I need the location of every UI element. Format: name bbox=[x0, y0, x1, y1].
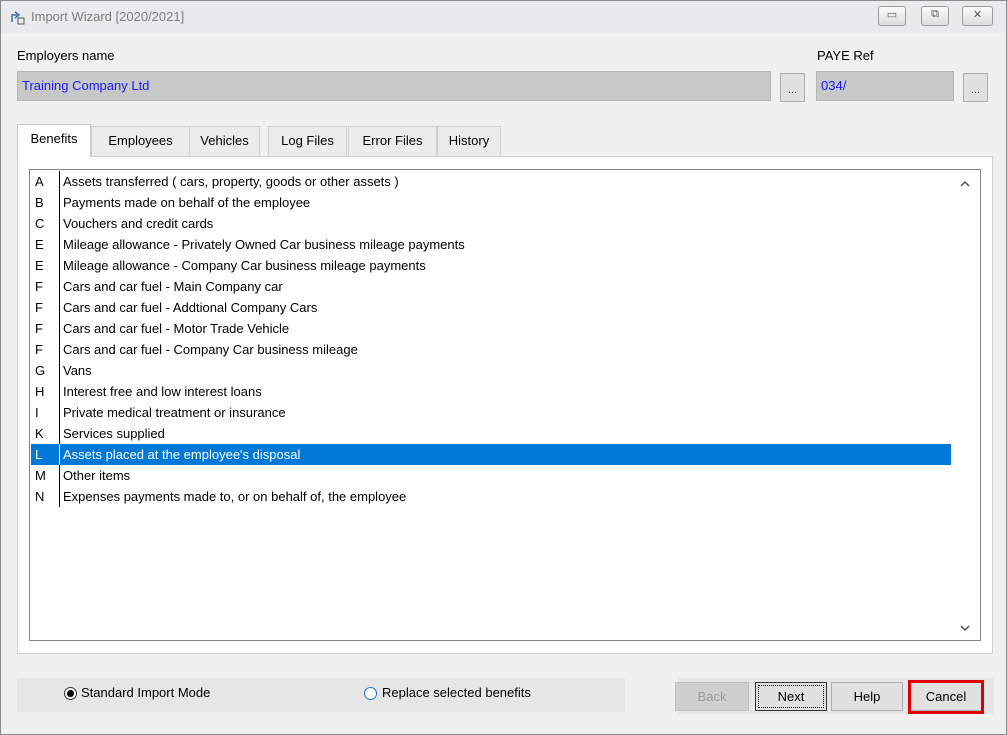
list-item-selected[interactable]: L Assets placed at the employee's disposa… bbox=[31, 444, 951, 465]
chevron-up-icon bbox=[960, 180, 970, 187]
list-item[interactable]: I Private medical treatment or insurance bbox=[31, 402, 951, 423]
benefit-description: Payments made on behalf of the employee bbox=[59, 192, 310, 213]
benefit-description: Mileage allowance - Company Car business… bbox=[59, 255, 426, 276]
benefit-code: F bbox=[35, 300, 43, 315]
minimize-button[interactable]: ▭ bbox=[878, 6, 906, 26]
benefit-description: Cars and car fuel - Main Company car bbox=[59, 276, 283, 297]
benefit-description: Services supplied bbox=[59, 423, 165, 444]
employer-name-label: Employers name bbox=[17, 48, 115, 63]
benefit-description: Expenses payments made to, or on behalf … bbox=[59, 486, 406, 507]
benefit-description: Other items bbox=[59, 465, 130, 486]
benefit-code: M bbox=[35, 468, 46, 483]
close-icon: ✕ bbox=[972, 9, 983, 21]
benefit-description: Cars and car fuel - Addtional Company Ca… bbox=[59, 297, 317, 318]
benefit-code: F bbox=[35, 321, 43, 336]
tab-benefits[interactable]: Benefits bbox=[17, 124, 91, 157]
maximize-button[interactable]: ⧉ bbox=[921, 6, 949, 26]
minimize-icon: ▭ bbox=[886, 9, 898, 21]
title-bar: Import Wizard [2020/2021] ▭ ⧉ ✕ bbox=[1, 1, 1006, 33]
benefit-description: Cars and car fuel - Company Car business… bbox=[59, 339, 358, 360]
back-button[interactable]: Back bbox=[675, 682, 749, 711]
list-item[interactable]: F Cars and car fuel - Addtional Company C… bbox=[31, 297, 951, 318]
cancel-button[interactable]: Cancel bbox=[909, 682, 983, 711]
benefit-code: N bbox=[35, 489, 45, 504]
tab-employees[interactable]: Employees bbox=[91, 126, 190, 156]
benefit-description: Private medical treatment or insurance bbox=[59, 402, 286, 423]
close-button[interactable]: ✕ bbox=[962, 6, 993, 26]
list-item[interactable]: K Services supplied bbox=[31, 423, 951, 444]
benefit-code: G bbox=[35, 363, 46, 378]
scroll-up-button[interactable] bbox=[951, 173, 979, 195]
list-item[interactable]: N Expenses payments made to, or on behalf… bbox=[31, 486, 951, 507]
benefit-code: A bbox=[35, 174, 44, 189]
maximize-icon: ⧉ bbox=[931, 8, 939, 20]
chevron-down-icon bbox=[960, 625, 970, 632]
paye-ref-label: PAYE Ref bbox=[817, 48, 874, 63]
help-button[interactable]: Help bbox=[831, 682, 903, 711]
list-item[interactable]: E Mileage allowance - Company Car busines… bbox=[31, 255, 951, 276]
import-mode-group: Standard Import Mode Replace selected be… bbox=[17, 678, 625, 712]
benefit-code: F bbox=[35, 342, 43, 357]
list-item[interactable]: E Mileage allowance - Privately Owned Car… bbox=[31, 234, 951, 255]
benefit-description: Assets transferred ( cars, property, goo… bbox=[59, 171, 399, 192]
list-scrollbar[interactable] bbox=[951, 171, 979, 639]
benefit-code: B bbox=[35, 195, 44, 210]
list-item[interactable]: M Other items bbox=[31, 465, 951, 486]
list-item[interactable]: H Interest free and low interest loans bbox=[31, 381, 951, 402]
tab-error-files[interactable]: Error Files bbox=[348, 126, 437, 156]
benefits-list[interactable]: A Assets transferred ( cars, property, go… bbox=[29, 169, 981, 641]
tab-log-files[interactable]: Log Files bbox=[268, 126, 347, 156]
benefit-description: Assets placed at the employee's disposal bbox=[59, 444, 300, 465]
import-icon bbox=[11, 11, 25, 25]
benefit-code: C bbox=[35, 216, 45, 231]
benefit-code: E bbox=[35, 237, 44, 252]
list-item[interactable]: F Cars and car fuel - Company Car busines… bbox=[31, 339, 951, 360]
import-wizard-window: Import Wizard [2020/2021] ▭ ⧉ ✕ Employer… bbox=[0, 0, 1007, 735]
benefit-code: F bbox=[35, 279, 43, 294]
benefit-code: I bbox=[35, 405, 39, 420]
standard-import-radio[interactable] bbox=[64, 687, 77, 700]
benefit-description: Vans bbox=[59, 360, 92, 381]
list-item[interactable]: F Cars and car fuel - Motor Trade Vehicle bbox=[31, 318, 951, 339]
employer-name-field[interactable]: Training Company Ltd bbox=[17, 71, 771, 101]
paye-browse-button[interactable]: ... bbox=[963, 73, 988, 102]
benefit-code: H bbox=[35, 384, 45, 399]
benefit-code: K bbox=[35, 426, 44, 441]
scroll-down-button[interactable] bbox=[951, 617, 979, 639]
benefit-description: Interest free and low interest loans bbox=[59, 381, 262, 402]
replace-benefits-label[interactable]: Replace selected benefits bbox=[382, 685, 531, 700]
benefit-code: E bbox=[35, 258, 44, 273]
next-button[interactable]: Next bbox=[755, 682, 827, 711]
replace-benefits-radio[interactable] bbox=[364, 687, 377, 700]
benefit-description: Cars and car fuel - Motor Trade Vehicle bbox=[59, 318, 289, 339]
tab-vehicles[interactable]: Vehicles bbox=[189, 126, 260, 156]
list-item[interactable]: G Vans bbox=[31, 360, 951, 381]
benefit-description: Mileage allowance - Privately Owned Car … bbox=[59, 234, 465, 255]
employer-browse-button[interactable]: ... bbox=[780, 73, 805, 102]
standard-import-label[interactable]: Standard Import Mode bbox=[81, 685, 210, 700]
list-item[interactable]: C Vouchers and credit cards bbox=[31, 213, 951, 234]
list-item[interactable]: F Cars and car fuel - Main Company car bbox=[31, 276, 951, 297]
paye-ref-field[interactable]: 034/ bbox=[816, 71, 954, 101]
benefit-code: L bbox=[35, 447, 43, 462]
list-item[interactable]: A Assets transferred ( cars, property, go… bbox=[31, 171, 951, 192]
tab-history[interactable]: History bbox=[437, 126, 501, 156]
list-item[interactable]: B Payments made on behalf of the employee bbox=[31, 192, 951, 213]
window-title: Import Wizard [2020/2021] bbox=[31, 9, 185, 24]
benefit-description: Vouchers and credit cards bbox=[59, 213, 213, 234]
